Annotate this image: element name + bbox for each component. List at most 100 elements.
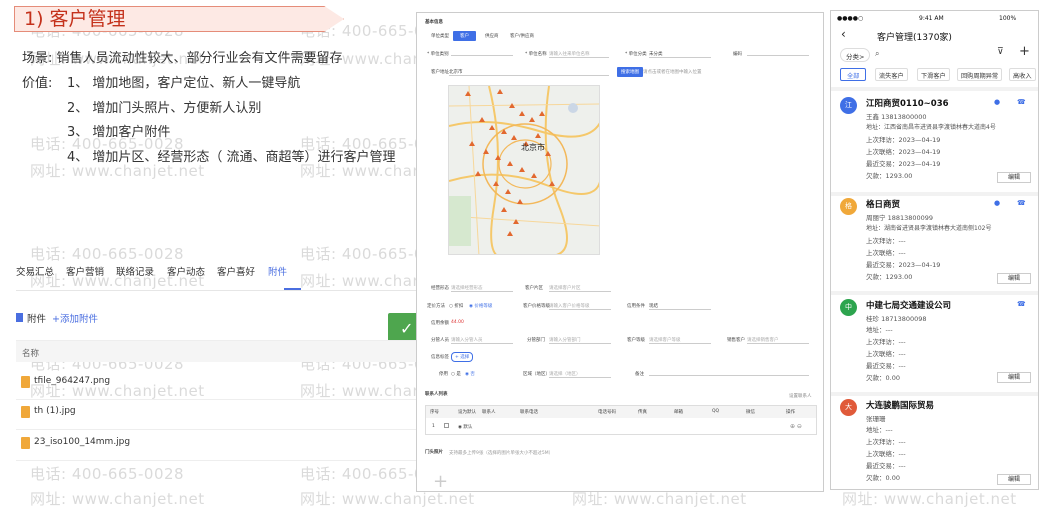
last-contact: 上次联络：--- [866, 450, 906, 458]
code-input[interactable] [747, 48, 809, 56]
label-owner: 分管人员 [431, 338, 449, 343]
label-department: 分管部门 [527, 338, 545, 343]
cat-sub-select[interactable]: 未分类 [649, 51, 711, 58]
col-phone: 联系电话 [520, 410, 538, 415]
customer-level-select[interactable]: 请选择客户等级 [649, 337, 711, 344]
price-level-select[interactable]: 请输入客户价格等级 [549, 303, 611, 310]
detail-tabs: 交易汇总 客户营销 联络记录 客户动态 客户喜好 附件 [16, 264, 416, 290]
row-action-icons[interactable]: ⊕ ⊖ [790, 423, 802, 430]
label-region: 区域（地区） [523, 372, 550, 377]
add-attachment-link[interactable]: +添加附件 [52, 314, 98, 325]
tab-contact-records[interactable]: 联络记录 [116, 264, 154, 278]
last-deal: 最近交易：2023—04-19 [866, 261, 941, 269]
status-time: 9:41 AM [919, 15, 944, 22]
upload-photo-button[interactable]: + [433, 471, 448, 491]
image-file-icon [21, 437, 30, 449]
locate-hint: 请点击或者在地图中输入位置 [643, 70, 702, 75]
value-item: 4、 增加片区、经营形态（ 流通、商超等）进行客户管理 [67, 150, 396, 165]
form-tab[interactable]: 供应商 [485, 33, 499, 39]
photo-hint: 支持最多上传9张（选择的图片单张大小不超过5M） [449, 451, 554, 456]
disabled-radio-yes[interactable]: ○ 是 [451, 371, 461, 377]
map-city-label: 北京市 [521, 143, 545, 152]
business-type-select[interactable]: 请选择经营形态 [451, 285, 513, 292]
tab-customer-marketing[interactable]: 客户营销 [66, 264, 104, 278]
file-row[interactable]: th (1).jpg [16, 400, 416, 430]
watermark-phone: 电话: 400-665-0028 [30, 245, 185, 263]
address: 地址：--- [866, 326, 893, 334]
edit-button[interactable]: 编辑 [997, 172, 1031, 183]
edit-button[interactable]: 编辑 [997, 273, 1031, 284]
chip-high-income[interactable]: 高收入 [1009, 68, 1036, 81]
category-dropdown[interactable]: 分类> [840, 48, 870, 62]
add-tag-button[interactable]: + 选择 [451, 352, 474, 362]
tab-trade-summary[interactable]: 交易汇总 [16, 264, 54, 278]
location-icon[interactable]: ● [994, 199, 1000, 207]
file-row[interactable]: tfile_964247.png [16, 370, 416, 400]
tab-customer-activity[interactable]: 客户动态 [167, 264, 205, 278]
customer-card[interactable]: 大 大连骏鹏国际贸易 张珊珊 地址：--- 上次拜访：--- 上次联络：--- … [831, 393, 1038, 489]
department-select[interactable]: 请输入分管部门 [549, 337, 611, 344]
tab-customer-preference[interactable]: 客户喜好 [217, 264, 255, 278]
chip-declining[interactable]: 下滑客户 [917, 68, 950, 81]
edit-button[interactable]: 编辑 [997, 474, 1031, 485]
customer-map[interactable] [448, 85, 600, 255]
credit-select[interactable]: 现结 [649, 303, 711, 310]
chip-all[interactable]: 全部 [840, 68, 867, 81]
region-select[interactable]: 请选择（地区） [549, 371, 611, 378]
row-checkbox[interactable] [444, 423, 449, 428]
locate-button[interactable]: 搜索地图 [617, 67, 643, 77]
file-row[interactable]: 23_iso100_14mm.jpg [16, 431, 416, 461]
filter-icon[interactable]: ⊽ [997, 47, 1004, 57]
pricing-radio-discount[interactable]: ○ 折扣 [449, 303, 463, 309]
set-contacts-link[interactable]: 设置联系人 [789, 393, 812, 399]
contact-info: 王鑫 13813800000 [866, 113, 927, 121]
sales-customer-select[interactable]: 请选择销售客户 [747, 337, 809, 344]
file-name: tfile_964247.png [34, 376, 111, 386]
chip-repurchase[interactable]: 回购周期异常 [957, 68, 1003, 81]
chip-lost[interactable]: 流失客户 [875, 68, 908, 81]
customer-card[interactable]: 格 格日商贸 ● ☎ 周丽宁 18813800099 地址：湖南省进贤县李渡镇林… [831, 192, 1038, 295]
disabled-radio-no[interactable]: ◉ 否 [465, 371, 475, 377]
label-credit-amount: 信用余额 [431, 321, 449, 326]
mobile-customer-list: ●●●●○ 9:41 AM 100% ‹ 客户管理(1370家) 分类> ⌕ ⊽… [830, 10, 1039, 490]
pricing-radio-level[interactable]: ◉ 价格等级 [469, 303, 492, 309]
add-icon[interactable]: + [1019, 44, 1030, 59]
phone-icon[interactable]: ☎ [1017, 300, 1026, 308]
label-remark: 备注 [635, 372, 644, 377]
label-price-level: 客户价格等级 [523, 304, 550, 309]
contacts-table: 序号 设为默认 联系人 联系电话 电话号码 传真 邮箱 QQ 微信 操作 1 ◉… [425, 405, 817, 435]
customer-area-select[interactable]: 请选择客户片区 [549, 285, 611, 292]
label-category: * 单位类别 [427, 52, 449, 57]
phone-icon[interactable]: ☎ [1017, 199, 1026, 207]
category-select[interactable] [451, 48, 513, 56]
signal-icon: ●●●●○ [837, 15, 864, 22]
edit-button[interactable]: 编辑 [997, 372, 1031, 383]
customer-card[interactable]: 江 江阳商贸0110~036 ● ☎ 王鑫 13813800000 地址：江西省… [831, 91, 1038, 196]
form-tab-customer[interactable]: 客户 [453, 31, 476, 41]
label-sales-customer: 销售客户 [727, 338, 745, 343]
phone-icon[interactable]: ☎ [1017, 98, 1026, 106]
default-label: 默认 [463, 425, 473, 430]
last-deal: 最近交易：--- [866, 362, 906, 370]
form-tab[interactable]: 客户/供应商 [510, 33, 534, 39]
file-name: 23_iso100_14mm.jpg [34, 437, 131, 447]
label-name: * 单位名称 [525, 52, 547, 57]
location-icon[interactable]: ● [994, 98, 1000, 106]
row-default-radio[interactable]: ◉ 默认 [458, 424, 472, 430]
photo-header: 门头照片 [425, 450, 443, 455]
remark-input[interactable] [649, 368, 809, 376]
label-customer-level: 客户等级 [627, 338, 645, 343]
search-icon[interactable]: ⌕ [875, 49, 879, 59]
col-contact: 联系人 [482, 410, 496, 415]
label-cat-sub: * 单位分类 [625, 52, 647, 57]
tab-attachments[interactable]: 附件 [268, 264, 287, 278]
address-input[interactable]: 北京市 [449, 69, 609, 76]
column-name: 名称 [22, 349, 40, 359]
map-pins [465, 89, 555, 236]
page-title: 客户管理(1370家) [877, 33, 952, 43]
form-tab[interactable]: 单位类型 [431, 33, 449, 39]
name-input[interactable]: 请输入往来单位名称 [549, 51, 609, 58]
back-icon[interactable]: ‹ [841, 27, 846, 41]
owner-select[interactable]: 请输入分管人员 [451, 337, 513, 344]
customer-card[interactable]: 中 中建七局交通建设公司 ☎ 桂珍 18713800098 地址：--- 上次拜… [831, 293, 1038, 396]
